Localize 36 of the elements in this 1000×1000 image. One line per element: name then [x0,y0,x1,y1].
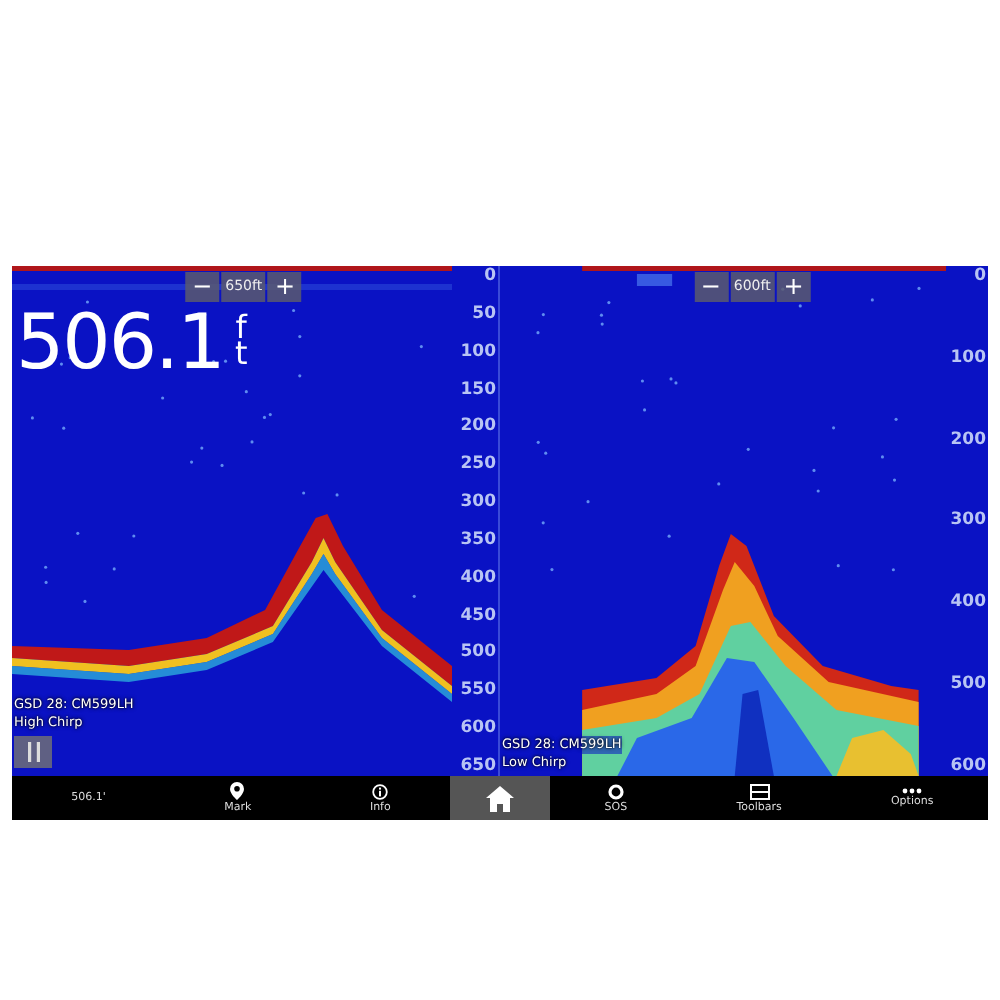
home-button[interactable] [450,776,550,820]
depth-scale-label: 100 [950,347,986,368]
depth-scale-label: 100 [460,341,496,362]
depth-scale-label: 450 [460,605,496,626]
home-icon [486,785,514,811]
depth-scale-label: 600 [950,755,986,776]
depth-scale-label: 200 [460,416,496,437]
depth-scale-label: 300 [460,492,496,513]
toolbars-icon [749,783,770,799]
depth-scale-label: 0 [484,266,496,286]
depth-scale-label: 400 [460,567,496,588]
depth-scale-label: 300 [950,510,986,531]
zoom-in-button[interactable]: + [268,272,303,302]
info-icon [372,783,389,799]
pin-icon [230,782,245,800]
depth-scale-label: 250 [460,454,496,475]
depth-scale-label: 150 [460,379,496,400]
depth-scale-label: 600 [460,718,496,739]
lifebuoy-icon [607,783,624,799]
zoom-out-button[interactable]: − [693,272,728,302]
zoom-in-button[interactable]: + [776,272,811,302]
depth-scale-label: 50 [472,303,496,324]
depth-unit: ft [232,314,250,366]
depth-scale-label: 200 [950,429,986,450]
depth-scale-label: 350 [460,529,496,550]
more-icon [902,788,923,794]
pause-button[interactable] [14,736,52,768]
depth-scale-label: 500 [950,674,986,695]
depth-scale-label: 0 [974,266,986,286]
depth-reading: 506.1 [16,302,224,382]
pause-icon [25,742,41,762]
depth-scale-label: 400 [950,592,986,613]
depth-scale-label: 500 [460,642,496,663]
zoom-out-button[interactable]: − [185,272,220,302]
depth-scale-label: 550 [460,680,496,701]
depth-scale-label: 650 [460,755,496,776]
